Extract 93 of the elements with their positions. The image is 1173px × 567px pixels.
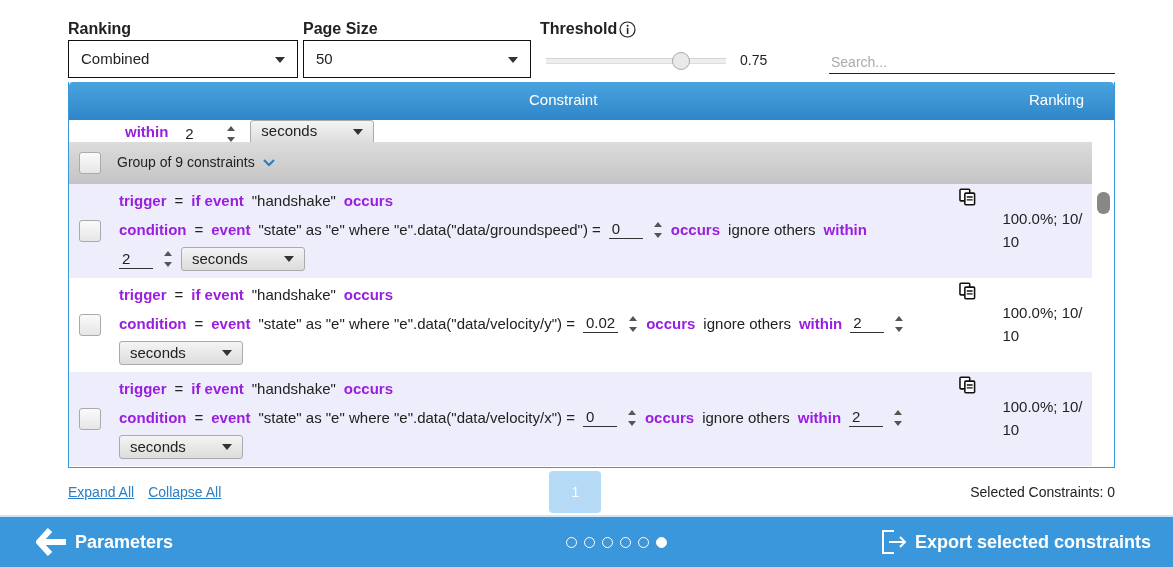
keyword: event: [211, 219, 251, 240]
keyword: occurs: [343, 285, 394, 305]
keyword: occurs: [343, 191, 394, 211]
expression-text: "state" as "e" where "e".data("data/groundspeed") =: [258, 219, 601, 240]
keyword: condition: [119, 313, 187, 334]
keyword: trigger: [119, 191, 167, 211]
number-field[interactable]: 2: [849, 408, 884, 428]
number-field[interactable]: 0: [608, 220, 643, 240]
threshold-label: Threshold: [540, 19, 618, 39]
expression-text: =: [174, 285, 184, 305]
keyword: event: [211, 313, 251, 334]
ranking-dropdown[interactable]: Combined: [68, 40, 298, 78]
ranking-value: 100.0%; 10/10: [1002, 303, 1084, 346]
keyword: within: [823, 219, 867, 240]
expression-text: "handshake": [251, 191, 336, 211]
page-size-label: Page Size: [303, 19, 379, 39]
threshold-value: 0.75: [740, 51, 768, 70]
spinner-icon[interactable]: [626, 408, 637, 427]
unit-dropdown[interactable]: seconds: [119, 435, 243, 459]
caret-icon: [222, 350, 232, 356]
info-icon[interactable]: [619, 20, 637, 38]
expression-text: =: [174, 379, 184, 399]
column-header: Constraint: [529, 90, 598, 111]
group-label: Group of 9 constraints: [117, 153, 255, 172]
constraint-row[interactable]: trigger = if event "handshake" occurs condition = event "state" as "e" where "e".data("data/velocity/x") = 0 occurs ignore others within 2 seconds 100.0%; 10/10: [69, 371, 1092, 466]
unit-dropdown[interactable]: seconds: [250, 119, 375, 142]
spinner-icon[interactable]: [652, 220, 663, 239]
keyword: event: [211, 407, 251, 428]
checkbox[interactable]: [79, 407, 101, 430]
caret-icon: [275, 56, 285, 63]
checkbox[interactable]: [79, 219, 101, 242]
keyword: occurs: [646, 313, 696, 334]
copy-icon[interactable]: [958, 281, 977, 300]
selected-count: Selected Constraints: 0: [970, 482, 1115, 502]
keyword: occurs: [644, 407, 695, 428]
link[interactable]: Expand All: [68, 481, 135, 503]
link[interactable]: Collapse All: [148, 481, 222, 503]
step-dot[interactable]: [656, 536, 667, 548]
expression-text: =: [194, 219, 204, 240]
spinner-icon[interactable]: [894, 314, 905, 333]
expression-text: =: [194, 407, 204, 428]
expression-text: "state" as "e" where "e".data("data/velocity/y") =: [258, 313, 575, 334]
spinner-icon[interactable]: [163, 250, 173, 268]
page-size-dropdown[interactable]: 50: [303, 40, 531, 78]
expression-text: "state" as "e" where "e".data("data/velocity/x") =: [258, 407, 575, 428]
keyword: within: [125, 122, 169, 142]
number-field[interactable]: 0: [582, 408, 617, 428]
constraint-row[interactable]: trigger = if event "handshake" occurs condition = event "state" as "e" where "e".data("data/velocity/y") = 0.02 occurs ignore others within 2 seconds 100.0%; 10/10: [69, 277, 1092, 372]
keyword: occurs: [670, 219, 721, 240]
expression-text: ignore others: [728, 219, 816, 240]
checkbox[interactable]: [79, 313, 101, 336]
export-icon: [879, 528, 908, 556]
keyword: if event: [191, 379, 244, 399]
checkbox[interactable]: [79, 151, 101, 174]
number-field[interactable]: 0.02: [582, 314, 619, 334]
slider-thumb[interactable]: [672, 51, 690, 70]
copy-icon[interactable]: [958, 375, 977, 394]
spinner-icon[interactable]: [893, 408, 904, 427]
ranking-value: 100.0%; 10/10: [1002, 397, 1084, 440]
expression-text: =: [194, 313, 204, 334]
expression-text: "handshake": [251, 285, 336, 305]
expression-text: ignore others: [703, 313, 791, 334]
keyword: within: [798, 313, 843, 334]
number-field[interactable]: 2: [119, 249, 153, 269]
spinner-icon[interactable]: [628, 314, 639, 333]
expression-text: ignore others: [702, 407, 790, 428]
keyword: if event: [191, 191, 244, 211]
expression-text: "handshake": [251, 379, 336, 399]
keyword: within: [797, 407, 842, 428]
keyword: trigger: [119, 379, 167, 399]
group-header[interactable]: Group of 9 constraints: [69, 141, 1092, 184]
keyword: condition: [119, 219, 187, 240]
chevron-icon[interactable]: [262, 158, 275, 167]
ranking-label: Ranking: [68, 19, 133, 39]
keyword: if event: [191, 285, 244, 305]
ranking-value: 100.0%; 10/10: [1002, 209, 1084, 252]
spinner-icon[interactable]: [226, 125, 237, 142]
scrollbar-thumb[interactable]: [1097, 191, 1110, 214]
keyword: condition: [119, 407, 187, 428]
unit-dropdown[interactable]: seconds: [181, 247, 305, 271]
caret-icon: [222, 444, 232, 450]
arrow-left-icon: [36, 528, 68, 556]
keyword: trigger: [119, 285, 167, 305]
column-header: Ranking: [1028, 90, 1084, 111]
number-field[interactable]: 2: [850, 314, 885, 334]
copy-icon[interactable]: [958, 187, 977, 206]
caret-icon: [508, 56, 518, 63]
caret-icon: [353, 128, 364, 135]
expression-text: =: [174, 191, 184, 211]
caret-icon: [284, 256, 294, 262]
keyword: occurs: [343, 379, 394, 399]
unit-dropdown[interactable]: seconds: [119, 341, 243, 365]
constraint-row[interactable]: trigger = if event "handshake" occurs condition = event "state" as "e" where "e".data("data/groundspeed") = 0 occurs ignore others within 2 seconds 100.0%; 10/10: [69, 183, 1092, 278]
